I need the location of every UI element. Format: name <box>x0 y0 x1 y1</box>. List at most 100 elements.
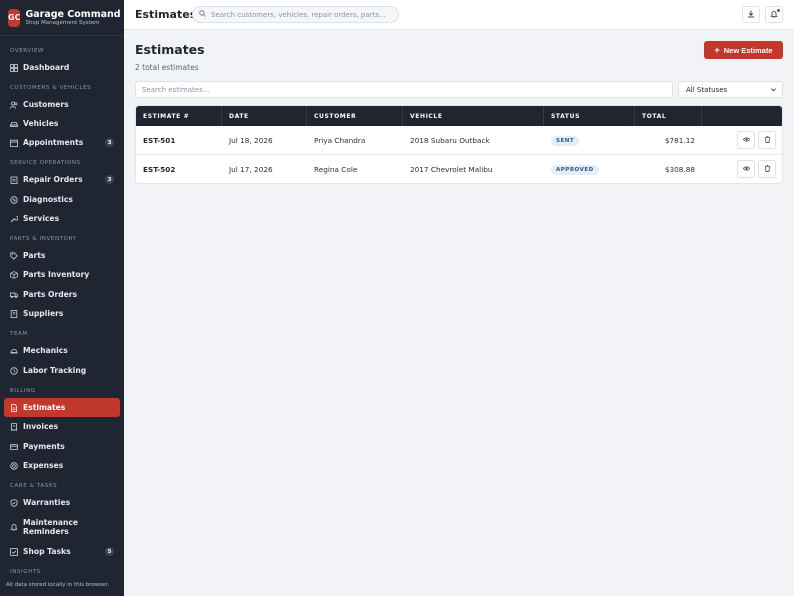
download-icon <box>747 10 755 20</box>
sidebar-item-vehicles[interactable]: Vehicles <box>4 114 120 133</box>
sidebar-item-label: Invoices <box>23 422 59 431</box>
view-estimate-button[interactable] <box>737 131 755 149</box>
brand[interactable]: GC Garage Command Shop Management System <box>0 0 124 36</box>
sidebar-item-label: Payments <box>23 442 65 451</box>
building-icon <box>10 309 18 318</box>
status-filter-value: All Statuses <box>686 85 728 94</box>
sidebar-item-customers[interactable]: Customers <box>4 95 120 114</box>
sidebar-item-label: Appointments <box>23 138 84 147</box>
sidebar-item-label: Shop Tasks <box>23 547 71 556</box>
sidebar-item-estimates[interactable]: Estimates <box>4 398 120 417</box>
status-cell: SENT <box>544 126 635 155</box>
wrench-icon <box>10 215 18 223</box>
sidebar-item-invoices[interactable]: Invoices <box>4 417 120 436</box>
delete-estimate-button[interactable] <box>758 131 776 149</box>
sidebar: GC Garage Command Shop Management System… <box>0 0 124 596</box>
section-care-tasks: Care & Tasks <box>10 483 58 489</box>
sidebar-item-services[interactable]: Services <box>4 209 120 228</box>
sidebar-item-label: Estimates <box>23 403 66 412</box>
page-title: Estimates <box>135 42 205 57</box>
sidebar-item-repair-orders[interactable]: Repair Orders 3 <box>4 170 120 189</box>
sidebar-item-warranties[interactable]: Warranties <box>4 493 120 512</box>
brand-logo: GC <box>8 8 21 27</box>
sidebar-item-label: Parts Inventory <box>23 270 90 279</box>
column-header-actions <box>702 106 782 126</box>
sidebar-item-label: Suppliers <box>23 309 64 318</box>
brand-subtitle: Shop Management System <box>25 19 100 26</box>
notifications-button[interactable] <box>765 6 783 23</box>
sidebar-item-label: Warranties <box>23 498 71 507</box>
section-billing: Billing <box>10 388 36 394</box>
box-icon <box>10 270 18 279</box>
appointments-count-badge: 3 <box>105 138 114 147</box>
eye-icon <box>742 165 750 174</box>
estimate-date: Jul 17, 2026 <box>229 165 273 174</box>
estimate-vehicle: 2018 Subaru Outback <box>410 136 490 145</box>
global-search[interactable] <box>192 6 399 23</box>
download-button[interactable] <box>742 6 760 23</box>
topbar-title: Estimates <box>135 8 197 21</box>
new-estimate-label: New Estimate <box>723 45 773 55</box>
column-header-date[interactable]: Date <box>222 106 307 126</box>
sidebar-item-diagnostics[interactable]: Diagnostics <box>4 190 120 209</box>
bell-icon <box>10 523 18 531</box>
page-subtitle: 2 total estimates <box>135 63 199 72</box>
sidebar-item-dashboard[interactable]: Dashboard <box>4 58 120 77</box>
global-search-input[interactable] <box>211 10 391 19</box>
coin-icon <box>10 461 18 470</box>
estimate-customer: Priya Chandra <box>314 136 366 145</box>
card-icon <box>10 443 18 451</box>
column-header-status[interactable]: Status <box>544 106 635 126</box>
section-insights: Insights <box>10 569 41 575</box>
delete-estimate-button[interactable] <box>758 160 776 178</box>
estimates-table: Estimate # Date Customer Vehicle Status … <box>135 105 783 184</box>
sidebar-item-labor-tracking[interactable]: Labor Tracking <box>4 361 120 380</box>
repair-orders-count-badge: 3 <box>105 175 114 184</box>
estimate-number[interactable]: EST-501 <box>136 126 222 155</box>
status-filter-select[interactable]: All Statuses <box>678 81 783 98</box>
table-row[interactable]: EST-501 Jul 18, 2026 Priya Chandra 2018 … <box>136 126 782 155</box>
sidebar-item-appointments[interactable]: Appointments 3 <box>4 133 120 152</box>
sidebar-item-label: Customers <box>23 100 69 109</box>
sidebar-item-mechanics[interactable]: Mechanics <box>4 341 120 360</box>
section-parts-inventory: Parts & Inventory <box>10 236 77 242</box>
receipt-icon <box>10 422 18 431</box>
pulse-icon <box>10 195 18 204</box>
chevron-down-icon <box>770 86 777 93</box>
sidebar-item-payments[interactable]: Payments <box>4 437 120 456</box>
column-header-vehicle[interactable]: Vehicle <box>403 106 544 126</box>
status-badge: APPROVED <box>551 164 599 175</box>
sidebar-item-label: Dashboard <box>23 63 70 72</box>
table-header: Estimate # Date Customer Vehicle Status … <box>136 106 782 126</box>
column-header-total[interactable]: Total <box>635 106 702 126</box>
sidebar-item-parts[interactable]: Parts <box>4 246 120 265</box>
sidebar-item-label: Maintenance Reminders <box>23 518 79 536</box>
sidebar-item-expenses[interactable]: Expenses <box>4 456 120 475</box>
new-estimate-button[interactable]: + New Estimate <box>704 41 783 59</box>
sidebar-item-shop-tasks[interactable]: Shop Tasks 5 <box>4 542 120 561</box>
topbar: Estimates <box>124 0 794 30</box>
clipboard-icon <box>10 176 18 184</box>
view-estimate-button[interactable] <box>737 160 755 178</box>
sidebar-item-parts-inventory[interactable]: Parts Inventory <box>4 265 120 284</box>
checkbox-icon <box>10 547 18 556</box>
table-row[interactable]: EST-502 Jul 17, 2026 Regina Cole 2017 Ch… <box>136 155 782 183</box>
eye-icon <box>742 136 750 145</box>
sidebar-item-suppliers[interactable]: Suppliers <box>4 304 120 323</box>
shield-icon <box>10 498 18 507</box>
column-header-estimate-number[interactable]: Estimate # <box>136 106 222 126</box>
section-service-operations: Service Operations <box>10 160 81 166</box>
estimate-number[interactable]: EST-502 <box>136 155 222 183</box>
clock-icon <box>10 366 18 375</box>
brand-name: Garage Command <box>25 8 121 20</box>
sidebar-item-maintenance-reminders[interactable]: Maintenance Reminders <box>4 514 120 540</box>
column-header-customer[interactable]: Customer <box>307 106 403 126</box>
sidebar-item-label: Parts <box>23 251 46 260</box>
notification-dot <box>777 9 780 12</box>
status-badge: SENT <box>551 135 580 146</box>
hardhat-icon <box>10 347 18 355</box>
estimates-search-input[interactable] <box>135 81 673 98</box>
car-icon <box>10 120 18 128</box>
grid-icon <box>10 63 18 72</box>
sidebar-item-parts-orders[interactable]: Parts Orders <box>4 285 120 304</box>
